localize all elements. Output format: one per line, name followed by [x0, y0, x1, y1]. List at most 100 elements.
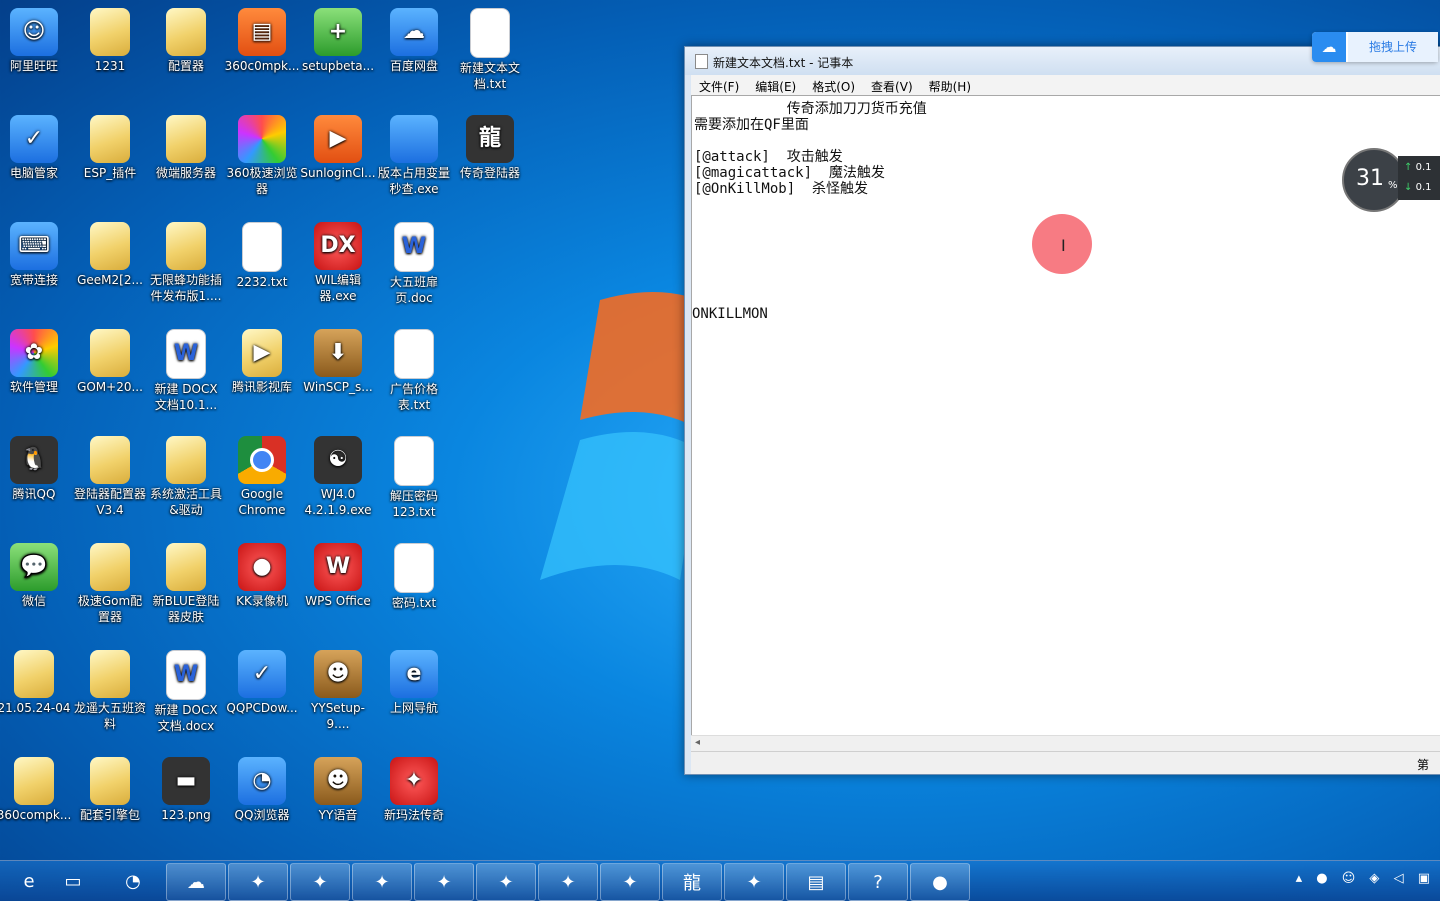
- menu-edit[interactable]: 编辑(E): [747, 76, 804, 97]
- app-icon[interactable]: ✦: [600, 863, 660, 901]
- desktop-icon[interactable]: + setupbeta...: [300, 4, 376, 74]
- desktop-icon[interactable]: ⬇ WinSCP_s...: [300, 325, 376, 395]
- desktop-icon[interactable]: ✿ 软件管理: [0, 325, 72, 395]
- volume-icon[interactable]: ◁: [1394, 871, 1404, 886]
- desktop-icon[interactable]: 登陆器配置器V3.4: [72, 432, 148, 518]
- notepad-taskbar-icon[interactable]: ▤: [786, 863, 846, 901]
- security-tray-icon[interactable]: ◈: [1369, 871, 1379, 886]
- qq-browser-icon[interactable]: ◔: [104, 863, 162, 899]
- app-icon[interactable]: ✦: [476, 863, 536, 901]
- desktop-icon[interactable]: 密码.txt: [376, 539, 452, 611]
- desktop-icon[interactable]: 21.05.24-04: [0, 646, 72, 716]
- desktop-icon-label: 360c0mpk...: [224, 59, 300, 73]
- desktop-icon[interactable]: W 新建 DOCX 文档10.1...: [148, 325, 224, 413]
- menu-view[interactable]: 查看(V): [863, 76, 921, 97]
- app-icon[interactable]: ✦: [352, 863, 412, 901]
- desktop-icon[interactable]: 新建文本文档.txt: [452, 4, 528, 92]
- tray-expand-icon[interactable]: ▴: [1296, 871, 1303, 886]
- desktop-icon-label: 广告价格表.txt: [389, 382, 438, 412]
- desktop-icon[interactable]: ☻ YY语音: [300, 753, 376, 823]
- desktop-icon[interactable]: ● KK录像机: [224, 539, 300, 609]
- desktop-icon[interactable]: W 大五班扉页.doc: [376, 218, 452, 306]
- desktop-icon-image: +: [314, 8, 362, 56]
- desktop-icon-label: 新建 DOCX 文档.docx: [154, 703, 218, 733]
- desktop-icon[interactable]: 新BLUE登陆器皮肤: [148, 539, 224, 625]
- speed-gauge[interactable]: 31 %: [1342, 148, 1406, 212]
- menu-help[interactable]: 帮助(H): [921, 76, 979, 97]
- desktop-icon[interactable]: 🐧 腾讯QQ: [0, 432, 72, 502]
- desktop-icon[interactable]: ◔ QQ浏览器: [224, 753, 300, 823]
- desktop-icon[interactable]: 系统激活工具&驱动: [148, 432, 224, 518]
- desktop-icon[interactable]: 解压密码123.txt: [376, 432, 452, 520]
- desktop-icon[interactable]: 无限蜂功能插件发布版1....: [148, 218, 224, 304]
- network-icon[interactable]: ▣: [1418, 871, 1430, 886]
- baidu-taskbar-icon[interactable]: ☁: [166, 863, 226, 901]
- desktop-icon-image: [242, 222, 282, 272]
- desktop-icon-label: ESP_插件: [83, 166, 137, 180]
- drag-upload-button[interactable]: ☁ 拖拽上传: [1312, 32, 1438, 62]
- desktop-icon-image: ✦: [390, 757, 438, 805]
- desktop-icon[interactable]: 龍传奇登陆器: [452, 111, 528, 181]
- horizontal-scrollbar[interactable]: ◂: [691, 735, 1440, 752]
- qq-tray-icon[interactable]: ☺: [1342, 871, 1356, 886]
- desktop-icon[interactable]: Google Chrome: [224, 432, 300, 518]
- tray-app-icon[interactable]: ●: [1316, 871, 1327, 886]
- desktop-icon[interactable]: ☻ YYSetup-9....: [300, 646, 376, 732]
- desktop-icon[interactable]: 微端服务器: [148, 111, 224, 181]
- desktop-icon[interactable]: ☯ WJ4.0 4.2.1.9.exe: [300, 432, 376, 518]
- system-tray: ▴ ● ☺ ◈ ◁ ▣: [1286, 871, 1430, 886]
- desktop-icon[interactable]: ☁ 百度网盘: [376, 4, 452, 74]
- desktop-icon[interactable]: 2232.txt: [224, 218, 300, 290]
- explorer-icon[interactable]: ▭: [44, 863, 102, 899]
- menu-file[interactable]: 文件(F): [691, 76, 747, 97]
- app-icon[interactable]: ✦: [290, 863, 350, 901]
- desktop-icon[interactable]: 广告价格表.txt: [376, 325, 452, 413]
- scroll-left-icon[interactable]: ◂: [695, 737, 700, 748]
- status-bar: 第: [691, 751, 1440, 774]
- app-icon[interactable]: ✦: [414, 863, 474, 901]
- kk-recorder-icon[interactable]: ●: [910, 863, 970, 901]
- desktop-icon[interactable]: e 上网导航: [376, 646, 452, 716]
- desktop-icon[interactable]: 配置器: [148, 4, 224, 74]
- desktop-icon[interactable]: 版本占用变量秒查.exe: [376, 111, 452, 197]
- desktop-icon-label: 新玛法传奇: [383, 808, 444, 822]
- text-editor[interactable]: 传奇添加刀刀货币充值 需要添加在QF里面 [@attack] 攻击触发 [@ma…: [691, 95, 1440, 752]
- desktop-icon-label: 解压密码123.txt: [389, 489, 438, 519]
- desktop-icon[interactable]: W WPS Office: [300, 539, 376, 609]
- desktop-icon[interactable]: W 新建 DOCX 文档.docx: [148, 646, 224, 734]
- dragon-icon[interactable]: 龍: [662, 863, 722, 901]
- desktop-icon-image: [90, 115, 130, 163]
- desktop-icon[interactable]: 配套引擎包: [72, 753, 148, 823]
- desktop-icon-label: WJ4.0 4.2.1.9.exe: [304, 487, 372, 517]
- desktop-icon[interactable]: ✦ 新玛法传奇: [376, 753, 452, 823]
- desktop-icon[interactable]: ▶ 腾讯影视库: [224, 325, 300, 395]
- desktop-icon[interactable]: 极速Gom配置器: [72, 539, 148, 625]
- desktop-icon[interactable]: GOM+20...: [72, 325, 148, 395]
- desktop-icon[interactable]: 💬 微信: [0, 539, 72, 609]
- desktop-icon-label: 密码.txt: [391, 596, 437, 610]
- menu-bar: 文件(F) 编辑(E) 格式(O) 查看(V) 帮助(H): [691, 75, 1440, 96]
- desktop-icon-image: ✓: [238, 650, 286, 698]
- desktop-icon[interactable]: DX WIL编辑器.exe: [300, 218, 376, 304]
- speed-unit: %: [1388, 180, 1398, 191]
- desktop-icon[interactable]: ▤ 360c0mpk...: [224, 4, 300, 74]
- app-icon[interactable]: ✦: [724, 863, 784, 901]
- desktop-icon[interactable]: ⌨ 宽带连接: [0, 218, 72, 288]
- desktop-icon[interactable]: 360compk...: [0, 753, 72, 823]
- desktop-icon[interactable]: ☺ 阿里旺旺: [0, 4, 72, 74]
- desktop-icon[interactable]: 360极速浏览器: [224, 111, 300, 197]
- desktop-icon-label: 版本占用变量秒查.exe: [377, 166, 450, 196]
- desktop-icon[interactable]: ▶ SunloginCl...: [300, 111, 376, 181]
- desktop-icon[interactable]: ✓ 电脑管家: [0, 111, 72, 181]
- app-icon[interactable]: ✦: [538, 863, 598, 901]
- desktop-icon[interactable]: ESP_插件: [72, 111, 148, 181]
- desktop-icon[interactable]: 龙遥大五班资料: [72, 646, 148, 732]
- menu-format[interactable]: 格式(O): [804, 76, 863, 97]
- desktop-icon[interactable]: ▬ 123.png: [148, 753, 224, 823]
- desktop-icon[interactable]: 1231: [72, 4, 148, 74]
- desktop-icon[interactable]: GeeM2[2...: [72, 218, 148, 288]
- app-icon[interactable]: ✦: [228, 863, 288, 901]
- notepad-window[interactable]: 新建文本文档.txt - 记事本 文件(F) 编辑(E) 格式(O) 查看(V) 帮助(…: [684, 46, 1440, 775]
- desktop-icon[interactable]: ✓ QQPCDow...: [224, 646, 300, 716]
- help-icon[interactable]: ?: [848, 863, 908, 901]
